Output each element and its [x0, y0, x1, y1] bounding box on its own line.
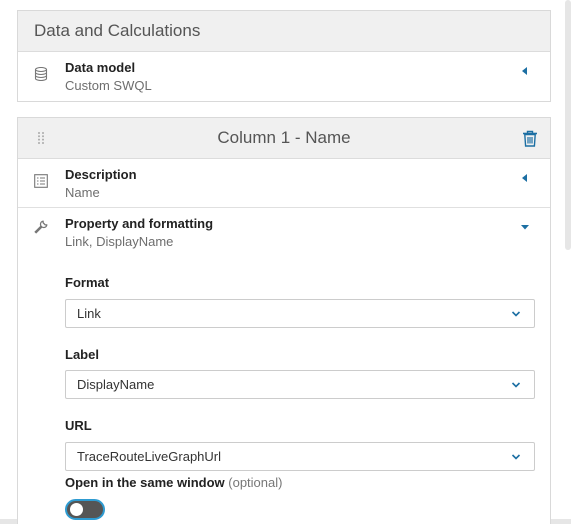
caret-left-icon[interactable] — [520, 66, 530, 76]
drag-handle-icon[interactable] — [37, 131, 45, 145]
list-icon — [34, 174, 48, 188]
chevron-down-icon — [511, 454, 521, 460]
url-value: TraceRouteLiveGraphUrl — [77, 449, 222, 464]
data-calculations-header: Data and Calculations — [18, 11, 550, 52]
property-title[interactable]: Property and formatting — [65, 216, 213, 231]
column-title: Column 1 - Name — [217, 128, 351, 147]
description-value: Name — [65, 185, 100, 200]
page-scrollbar[interactable] — [565, 0, 571, 250]
same-window-text: Open in the same window — [65, 475, 225, 490]
label-select[interactable]: DisplayName — [65, 370, 535, 399]
wrench-icon — [34, 220, 48, 234]
data-model-row[interactable]: Data model Custom SWQL — [18, 52, 550, 101]
property-value: Link, DisplayName — [65, 234, 174, 249]
label-field-label: Label — [65, 347, 99, 362]
url-select[interactable]: TraceRouteLiveGraphUrl — [65, 442, 535, 471]
trash-icon[interactable] — [522, 130, 538, 147]
chevron-down-icon — [511, 311, 521, 317]
label-value: DisplayName — [77, 377, 155, 392]
description-row[interactable]: Description Name — [18, 159, 550, 208]
column-panel: Column 1 - Name Description Name Propert… — [17, 117, 551, 524]
format-value: Link — [77, 306, 101, 321]
format-label: Format — [65, 275, 110, 290]
caret-left-icon[interactable] — [520, 173, 530, 183]
optional-hint: (optional) — [228, 475, 283, 490]
same-window-label: Open in the same window (optional) — [65, 475, 282, 490]
property-formatting-row: Property and formatting Link, DisplayNam… — [18, 208, 550, 524]
data-calculations-panel: Data and Calculations Data model Custom … — [17, 10, 551, 102]
caret-down-icon[interactable] — [520, 222, 530, 232]
database-icon — [34, 67, 48, 81]
data-model-value: Custom SWQL — [65, 78, 152, 93]
description-title: Description — [65, 167, 137, 182]
data-model-title: Data model — [65, 60, 136, 75]
url-label: URL — [65, 418, 92, 433]
chevron-down-icon — [511, 382, 521, 388]
format-select[interactable]: Link — [65, 299, 535, 328]
column-header: Column 1 - Name — [18, 118, 550, 159]
toggle-knob — [70, 503, 83, 516]
same-window-toggle[interactable] — [65, 499, 105, 520]
